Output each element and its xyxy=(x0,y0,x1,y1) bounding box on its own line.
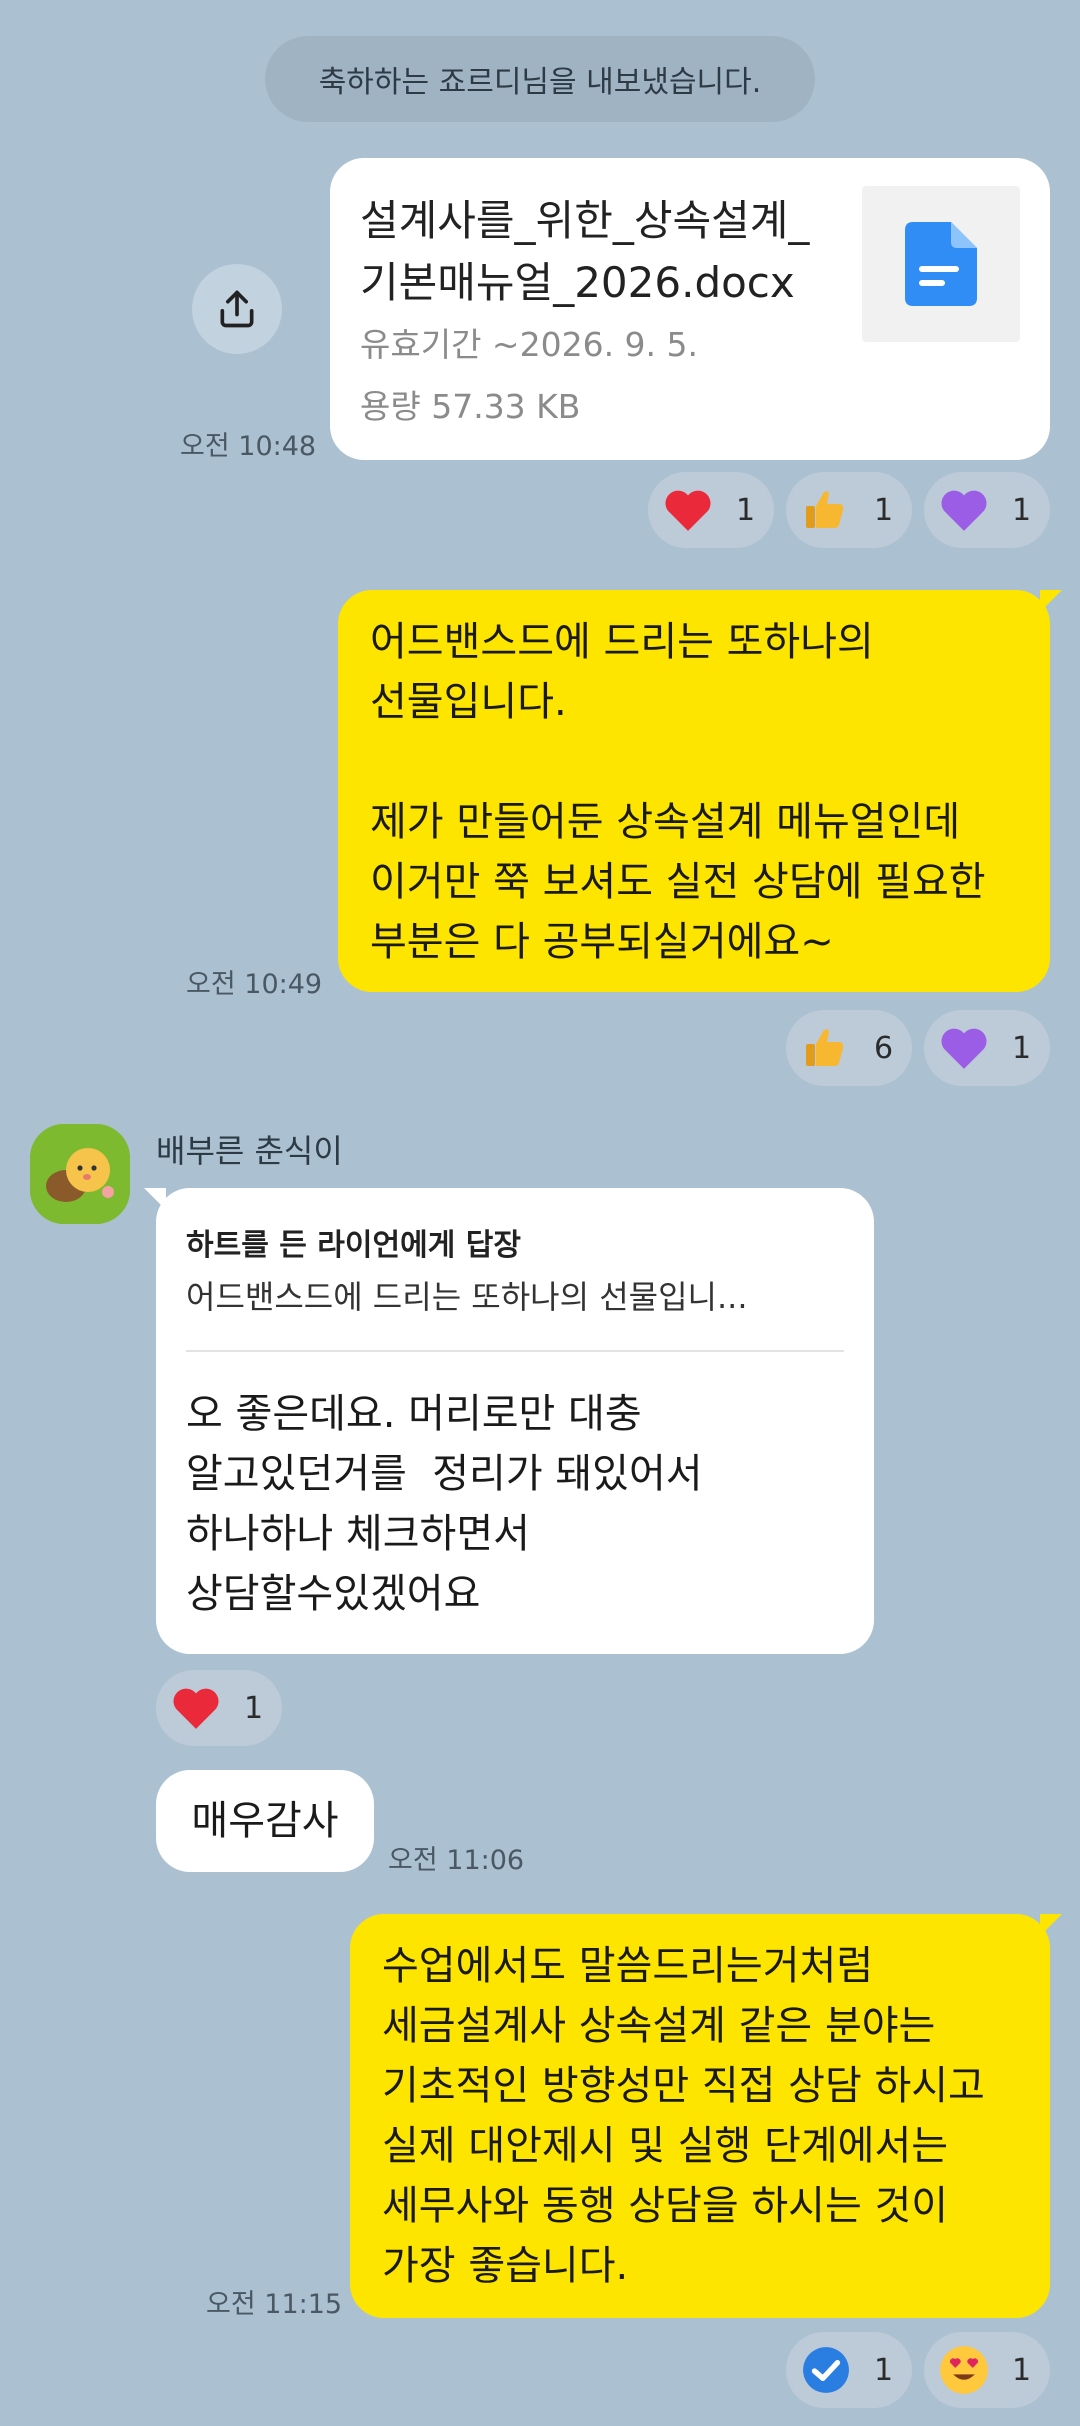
reaction-purple-heart[interactable]: 1 xyxy=(924,472,1050,548)
bubble-tail xyxy=(1040,1914,1062,1936)
file-size: 용량 57.33 KB xyxy=(360,387,581,426)
reaction-count: 1 xyxy=(1012,492,1032,528)
file-message-card[interactable]: 설계사를_위한_상속설계_ 기본매뉴얼_2026.docx 유효기간 ~2026… xyxy=(330,158,1050,460)
reaction-count: 1 xyxy=(244,1690,264,1726)
message-time: 오전 10:48 xyxy=(180,431,317,462)
file-name-line: 기본매뉴얼_2026.docx xyxy=(360,258,795,307)
document-icon xyxy=(905,222,977,306)
share-icon xyxy=(220,290,254,328)
chunsik-avatar-icon xyxy=(30,1124,130,1224)
system-notice-text: 축하하는 죠르디님을 내보냈습니다. xyxy=(318,65,762,100)
file-expiry: 유효기간 ~2026. 9. 5. xyxy=(360,325,699,364)
thumbs-up-icon xyxy=(800,1022,852,1074)
reaction-heart[interactable]: 1 xyxy=(156,1670,282,1746)
reaction-count: 1 xyxy=(736,492,756,528)
sender-avatar[interactable] xyxy=(30,1124,130,1224)
file-name: 설계사를_위한_상속설계_ 기본매뉴얼_2026.docx xyxy=(360,190,830,314)
file-thumbnail xyxy=(862,186,1020,342)
reaction-count: 1 xyxy=(874,2352,894,2388)
heart-eyes-icon xyxy=(938,2344,990,2396)
bubble-tail xyxy=(1040,590,1062,612)
reaction-count: 1 xyxy=(1012,1030,1032,1066)
file-name-line: 설계사를_위한_상속설계_ xyxy=(360,196,810,245)
message-time: 오전 10:49 xyxy=(186,969,323,1000)
message-text: 매우감사 xyxy=(191,1798,339,1844)
reaction-thumbs-up[interactable]: 6 xyxy=(786,1010,912,1086)
reaction-heart[interactable]: 1 xyxy=(648,472,774,548)
thumbs-up-icon xyxy=(800,484,852,536)
message-time: 오전 11:06 xyxy=(388,1845,525,1876)
message-text: 오 좋은데요. 머리로만 대충 알고있던거를 정리가 돼있어서 하나하나 체크하… xyxy=(186,1391,703,1617)
heart-icon xyxy=(662,484,714,536)
reply-header: 하트를 든 라이언에게 답장 xyxy=(186,1228,521,1263)
reaction-count: 1 xyxy=(874,492,894,528)
purple-heart-icon xyxy=(938,484,990,536)
check-icon xyxy=(800,2344,852,2396)
heart-icon xyxy=(170,1682,222,1734)
share-button[interactable] xyxy=(192,264,282,354)
other-message-bubble[interactable]: 매우감사 xyxy=(156,1770,374,1872)
system-notice: 축하하는 죠르디님을 내보냈습니다. xyxy=(265,36,815,122)
purple-heart-icon xyxy=(938,1022,990,1074)
other-message-bubble[interactable]: 하트를 든 라이언에게 답장 어드밴스드에 드리는 또하나의 선물입니... 오… xyxy=(144,1188,874,1654)
message-text: 어드밴스드에 드리는 또하나의 선물입니다. 제가 만들어둔 상속설계 메뉴얼인… xyxy=(370,619,986,965)
bubble-tail xyxy=(144,1188,166,1210)
reply-divider xyxy=(186,1350,844,1352)
reaction-count: 1 xyxy=(1012,2352,1032,2388)
reaction-thumbs-up[interactable]: 1 xyxy=(786,472,912,548)
reaction-purple-heart[interactable]: 1 xyxy=(924,1010,1050,1086)
sender-name: 배부른 춘식이 xyxy=(156,1132,343,1170)
reaction-count: 6 xyxy=(874,1030,894,1066)
reply-quote[interactable]: 어드밴스드에 드리는 또하나의 선물입니... xyxy=(186,1272,748,1318)
reaction-heart-eyes[interactable]: 1 xyxy=(924,2332,1050,2408)
message-text: 수업에서도 말씀드리는거처럼 세금설계사 상속설계 같은 분야는 기초적인 방향… xyxy=(382,1943,985,2289)
message-time: 오전 11:15 xyxy=(206,2289,343,2320)
my-message-bubble[interactable]: 수업에서도 말씀드리는거처럼 세금설계사 상속설계 같은 분야는 기초적인 방향… xyxy=(350,1914,1062,2318)
reaction-check[interactable]: 1 xyxy=(786,2332,912,2408)
my-message-bubble[interactable]: 어드밴스드에 드리는 또하나의 선물입니다. 제가 만들어둔 상속설계 메뉴얼인… xyxy=(338,590,1062,992)
